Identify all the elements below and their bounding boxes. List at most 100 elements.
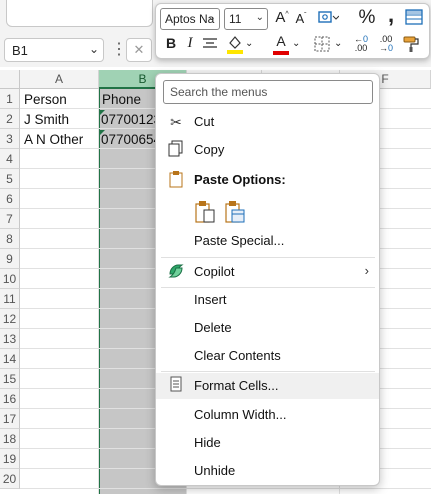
context-menu: Search the menus ✂ Cut Copy Paste Option… xyxy=(155,73,380,486)
cell-b2[interactable]: 07700123 xyxy=(101,110,156,130)
font-size-value: 11 xyxy=(229,12,242,26)
menu-item-hide[interactable]: Hide xyxy=(156,430,379,456)
borders-icon[interactable] xyxy=(313,36,331,55)
menu-item-format-cells[interactable]: Format Cells... xyxy=(156,373,379,399)
gridline xyxy=(98,89,99,494)
bold-button[interactable]: B xyxy=(164,35,178,51)
cell-a3[interactable]: A N Other xyxy=(24,130,83,150)
menu-item-unhide[interactable]: Unhide xyxy=(156,458,379,484)
currency-format-icon[interactable] xyxy=(316,8,340,29)
row-header[interactable]: 14 xyxy=(0,349,20,369)
row-header[interactable]: 12 xyxy=(0,309,20,329)
mini-toolbar: Aptos Na ⌄ 11 ⌄ A^ Aˇ % , B I ⌄ A ⌄ ⌄ ←0… xyxy=(155,2,430,59)
menu-item-label: Clear Contents xyxy=(194,348,281,363)
chevron-down-icon[interactable]: ⌄ xyxy=(334,38,342,49)
row-header[interactable]: 4 xyxy=(0,149,20,169)
row-header[interactable]: 13 xyxy=(0,329,20,349)
menu-item-label: Cut xyxy=(194,114,215,129)
format-cells-icon xyxy=(166,376,186,396)
menu-item-label: Paste Options: xyxy=(194,172,286,187)
menu-item-copilot[interactable]: Copilot › xyxy=(156,259,379,285)
font-color-icon[interactable]: A xyxy=(273,33,289,55)
chevron-down-icon[interactable]: ⌄ xyxy=(245,38,253,49)
paste-icon[interactable] xyxy=(194,200,216,227)
chevron-down-icon: ⌄ xyxy=(255,12,264,23)
align-center-icon[interactable] xyxy=(202,37,218,54)
clipboard-icon xyxy=(166,170,186,190)
grow-font-icon[interactable]: A^ xyxy=(274,9,290,26)
error-indicator-icon xyxy=(100,110,105,115)
row-header[interactable]: 10 xyxy=(0,269,20,289)
row-header[interactable]: 2 xyxy=(0,109,20,129)
menu-item-column-width[interactable]: Column Width... xyxy=(156,402,379,428)
more-options-icon[interactable]: ⋮ xyxy=(111,39,127,59)
increase-decimal-icon[interactable]: ←0.00 xyxy=(351,35,371,53)
menu-item-label: Column Width... xyxy=(194,407,287,422)
gridline xyxy=(20,488,431,489)
chevron-down-icon[interactable]: ⌄ xyxy=(292,38,300,49)
row-header[interactable]: 9 xyxy=(0,249,20,269)
menu-item-label: Insert xyxy=(194,292,227,307)
menu-item-label: Paste Special... xyxy=(194,233,285,248)
paste-values-icon[interactable] xyxy=(224,200,246,227)
select-all-corner[interactable] xyxy=(0,70,20,89)
row-header[interactable]: 17 xyxy=(0,409,20,429)
menu-item-label: Copilot xyxy=(194,264,235,279)
menu-item-label: Copy xyxy=(194,142,225,157)
name-box-value: B1 xyxy=(12,43,28,58)
format-painter-icon[interactable] xyxy=(401,35,421,56)
shrink-font-icon[interactable]: Aˇ xyxy=(294,11,308,26)
decrease-decimal-icon[interactable]: .00 →0 xyxy=(376,35,396,53)
title-bar-box xyxy=(6,0,153,27)
menu-item-delete[interactable]: Delete xyxy=(156,315,379,341)
chevron-down-icon: ⌄ xyxy=(207,12,216,23)
font-size-dropdown[interactable]: 11 ⌄ xyxy=(224,8,268,30)
cell-b1[interactable]: Phone xyxy=(102,90,157,110)
fill-color-icon[interactable] xyxy=(226,33,244,58)
percent-style-button[interactable]: % xyxy=(358,7,376,29)
menu-item-paste-special[interactable]: Paste Special... xyxy=(156,228,379,254)
column-header-a[interactable]: A xyxy=(20,70,99,89)
row-header[interactable]: 11 xyxy=(0,289,20,309)
row-header[interactable]: 15 xyxy=(0,369,20,389)
row-header[interactable]: 19 xyxy=(0,449,20,469)
chevron-right-icon: › xyxy=(364,263,369,278)
error-indicator-icon xyxy=(100,130,105,135)
menu-item-label: Unhide xyxy=(194,463,236,478)
paste-options-row xyxy=(156,197,379,227)
row-header[interactable]: 1 xyxy=(0,89,20,109)
menu-item-label: Format Cells... xyxy=(194,378,279,393)
cell-a1[interactable]: Person xyxy=(24,90,67,110)
menu-item-label: Delete xyxy=(194,320,232,335)
menu-item-cut[interactable]: ✂ Cut xyxy=(156,109,379,135)
menu-item-label: Hide xyxy=(194,435,221,450)
search-menus-placeholder: Search the menus xyxy=(170,85,268,99)
comma-style-button[interactable]: , xyxy=(384,2,398,28)
copilot-icon xyxy=(166,262,186,282)
menu-item-copy[interactable]: Copy xyxy=(156,137,379,163)
paste-options-header: Paste Options: xyxy=(156,167,379,193)
row-header[interactable]: 3 xyxy=(0,129,20,149)
copy-icon xyxy=(166,140,186,160)
divider xyxy=(161,371,375,372)
divider xyxy=(161,257,375,258)
row-header[interactable]: 18 xyxy=(0,429,20,449)
format-table-icon[interactable] xyxy=(404,9,424,28)
scissors-icon: ✂ xyxy=(170,114,182,130)
menu-item-clear-contents[interactable]: Clear Contents xyxy=(156,343,379,369)
search-menus-input[interactable]: Search the menus xyxy=(163,80,373,104)
name-box[interactable]: B1 ⌄ xyxy=(4,38,104,62)
row-header[interactable]: 16 xyxy=(0,389,20,409)
row-header[interactable]: 7 xyxy=(0,209,20,229)
menu-item-insert[interactable]: Insert xyxy=(156,287,379,313)
font-name-dropdown[interactable]: Aptos Na ⌄ xyxy=(160,8,220,30)
row-header[interactable]: 6 xyxy=(0,189,20,209)
chevron-down-icon[interactable]: ⌄ xyxy=(89,42,99,56)
italic-button[interactable]: I xyxy=(184,35,196,52)
row-header[interactable]: 20 xyxy=(0,469,20,489)
row-header[interactable]: 5 xyxy=(0,169,20,189)
row-header[interactable]: 8 xyxy=(0,229,20,249)
cancel-entry-button[interactable]: ✕ xyxy=(126,38,152,62)
cell-b3[interactable]: 07700654 xyxy=(101,130,156,150)
cell-a2[interactable]: J Smith xyxy=(24,110,69,130)
